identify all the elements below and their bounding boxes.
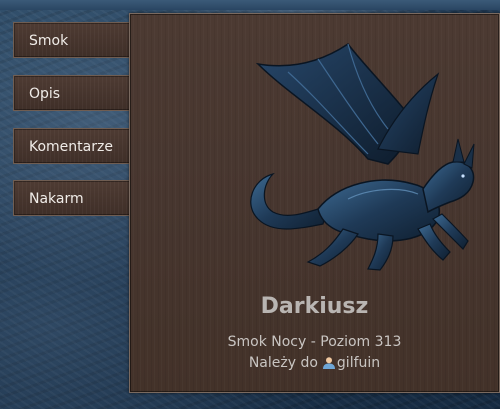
nav-opis-button[interactable]: Opis bbox=[13, 75, 131, 111]
owner-prefix: Należy do bbox=[248, 355, 318, 371]
nav-nakarm-label: Nakarm bbox=[29, 191, 84, 207]
owner-name-link[interactable]: gilfuin bbox=[337, 355, 380, 371]
dragon-panel: Darkiusz Smok Nocy - Poziom 313 Należy d… bbox=[129, 13, 500, 393]
nav-nakarm-button[interactable]: Nakarm bbox=[13, 180, 131, 216]
nav-komentarze-label: Komentarze bbox=[29, 139, 113, 155]
nav-komentarze-button[interactable]: Komentarze bbox=[13, 128, 131, 164]
nav-opis-label: Opis bbox=[29, 86, 61, 102]
dragon-name: Darkiusz bbox=[260, 294, 369, 319]
night-dragon-image bbox=[250, 42, 475, 271]
user-icon bbox=[322, 357, 335, 369]
nav-smok-button[interactable]: Smok bbox=[13, 22, 131, 58]
top-bar bbox=[0, 0, 500, 10]
dragon-type-level: Smok Nocy - Poziom 313 bbox=[227, 334, 402, 350]
dragon-owner: Należy do gilfuin bbox=[130, 355, 499, 371]
nav-smok-label: Smok bbox=[29, 33, 69, 49]
